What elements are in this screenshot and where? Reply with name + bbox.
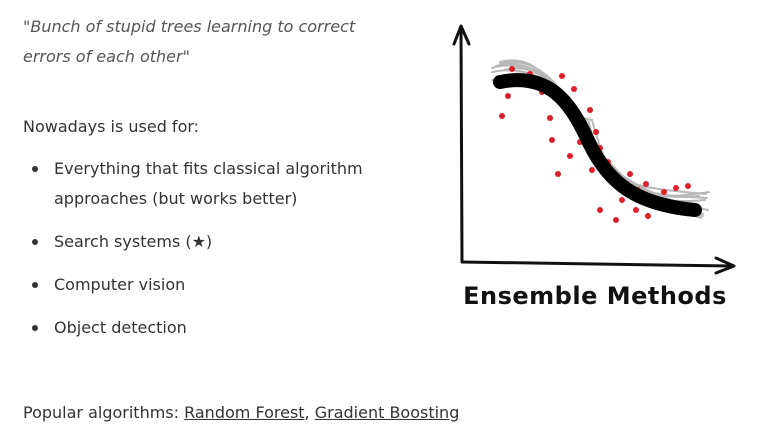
uses-intro: Nowadays is used for: [23, 117, 200, 136]
data-point [555, 171, 561, 177]
popular-algorithms: Popular algorithms: Random Forest, Gradi… [23, 400, 459, 426]
bullet-icon [32, 282, 38, 288]
data-point [505, 93, 511, 99]
weak-learner-curve [503, 78, 706, 203]
data-point [645, 213, 651, 219]
data-point [559, 73, 565, 79]
data-point [673, 185, 679, 191]
list-item-text: Computer vision [54, 275, 186, 294]
list-item-text: Everything that fits classical algorithm… [54, 159, 363, 208]
x-axis [460, 260, 734, 268]
ensemble-drawing [452, 24, 736, 275]
quote-text: "Bunch of stupid trees learning to corre… [23, 17, 356, 66]
bullet-icon [32, 325, 38, 331]
data-point [567, 153, 573, 159]
data-point [587, 107, 593, 113]
popular-label: Popular algorithms: [23, 403, 185, 422]
data-point [685, 183, 691, 189]
uses-list: Everything that fits classical algorithm… [23, 154, 393, 356]
data-point [589, 167, 595, 173]
list-item-text: Object detection [54, 318, 187, 337]
data-point [633, 207, 639, 213]
data-point [619, 197, 625, 203]
ensemble-illustration: Ensemble Methods [440, 14, 750, 334]
bullet-icon [32, 166, 38, 172]
data-point [547, 115, 553, 121]
list-item: Computer vision [23, 270, 393, 300]
data-point [613, 217, 619, 223]
data-point [627, 171, 633, 177]
data-point [661, 189, 667, 195]
list-item: Object detection [23, 313, 393, 343]
y-axis [459, 26, 464, 264]
data-point [509, 66, 515, 72]
link-separator: , [304, 403, 315, 422]
link-gradient-boosting[interactable]: Gradient Boosting [315, 403, 460, 422]
data-point [643, 181, 649, 187]
list-item: Search systems (★) [23, 227, 393, 257]
data-point [499, 113, 505, 119]
list-item: Everything that fits classical algorithm… [23, 154, 393, 214]
data-point [571, 86, 577, 92]
data-point [597, 207, 603, 213]
link-random-forest[interactable]: Random Forest [184, 403, 304, 422]
weak-learner-curve [491, 77, 710, 198]
figure-caption: Ensemble Methods [463, 282, 727, 310]
bullet-icon [32, 239, 38, 245]
list-item-text: Search systems (★) [54, 232, 213, 251]
data-point [593, 129, 599, 135]
data-point [549, 137, 555, 143]
